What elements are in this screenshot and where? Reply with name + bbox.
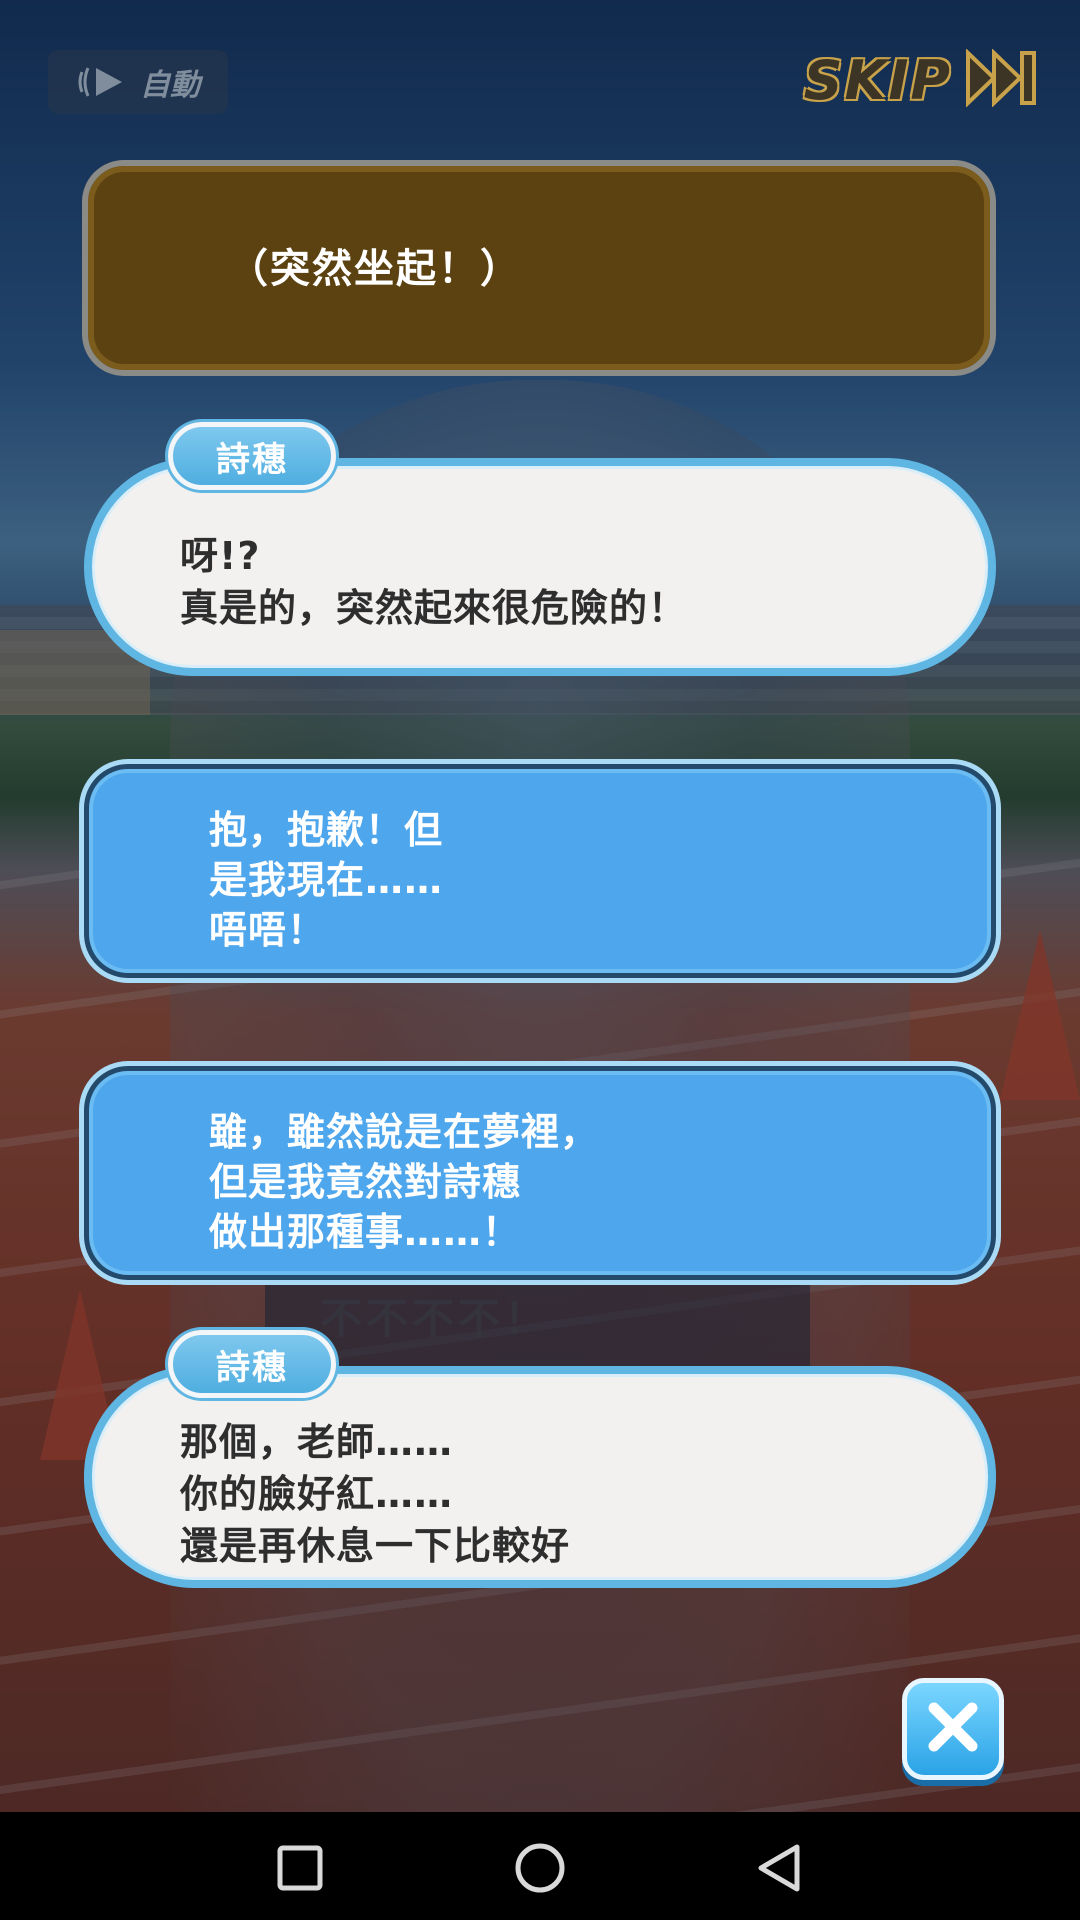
close-x-icon (924, 1698, 982, 1760)
dialogue-text: 那個，老師…… 你的臉好紅…… 還是再休息一下比較好 (180, 1416, 570, 1572)
choice-line: 但是我竟然對詩穗 (209, 1160, 522, 1204)
choice-line: 做出那種事……！ (209, 1210, 522, 1254)
dialogue-bubble: 那個，老師…… 你的臉好紅…… 還是再休息一下比較好 (84, 1366, 996, 1588)
speaker-name-tag: 詩穗 (168, 422, 336, 490)
dialogue-line: 那個，老師…… (180, 1420, 454, 1464)
choice-line: 抱，抱歉！但 (209, 808, 444, 852)
system-navigation-bar (0, 1812, 1080, 1920)
choice-line: 是我現在…… (209, 858, 444, 902)
choice-option[interactable]: 雖，雖然說是在夢裡， 但是我竟然對詩穗 做出那種事……！ (84, 1066, 996, 1280)
choice-option[interactable]: 抱，抱歉！但 是我現在…… 唔唔！ (84, 764, 996, 978)
dialogue-bubble: 呀!? 真是的，突然起來很危險的！ (84, 458, 996, 676)
skip-label: SKIP (803, 48, 952, 112)
choice-line: 唔唔！ (209, 908, 327, 952)
play-with-sound-icon (76, 62, 128, 102)
narration-box: （突然坐起！） (82, 160, 996, 376)
circle-home-icon (514, 1842, 566, 1898)
back-button[interactable] (752, 1842, 808, 1898)
choice-line: 雖，雖然說是在夢裡， (209, 1110, 600, 1154)
choice-text: 雖，雖然說是在夢裡， 但是我竟然對詩穗 做出那種事……！ (209, 1107, 599, 1257)
recents-button[interactable] (272, 1842, 328, 1898)
dialogue-line: 真是的，突然起來很危險的！ (180, 586, 688, 630)
dialogue-line: 呀!? (180, 534, 261, 578)
auto-button[interactable]: 自動 (48, 50, 228, 114)
dialogue-line: 你的臉好紅…… (180, 1472, 454, 1516)
home-button[interactable] (512, 1842, 568, 1898)
triangle-back-icon (755, 1843, 805, 1897)
dialogue-text: 呀!? 真是的，突然起來很危險的！ (180, 530, 687, 634)
game-screen: 不不不不！ 自動 SKIP （突然坐起！） 呀!? 真是的，突然起來很危險的！ … (0, 0, 1080, 1920)
narration-text: （突然坐起！） (228, 246, 522, 292)
dialogue-line: 還是再休息一下比較好 (180, 1524, 571, 1568)
skip-button[interactable]: SKIP (803, 46, 1040, 114)
speaker-name-tag: 詩穗 (168, 1330, 336, 1398)
close-log-button[interactable] (902, 1678, 1004, 1780)
fast-forward-icon (964, 48, 1040, 111)
choice-text: 抱，抱歉！但 是我現在…… 唔唔！ (209, 805, 443, 955)
square-recents-icon (276, 1844, 324, 1896)
auto-label: 自動 (140, 68, 200, 103)
